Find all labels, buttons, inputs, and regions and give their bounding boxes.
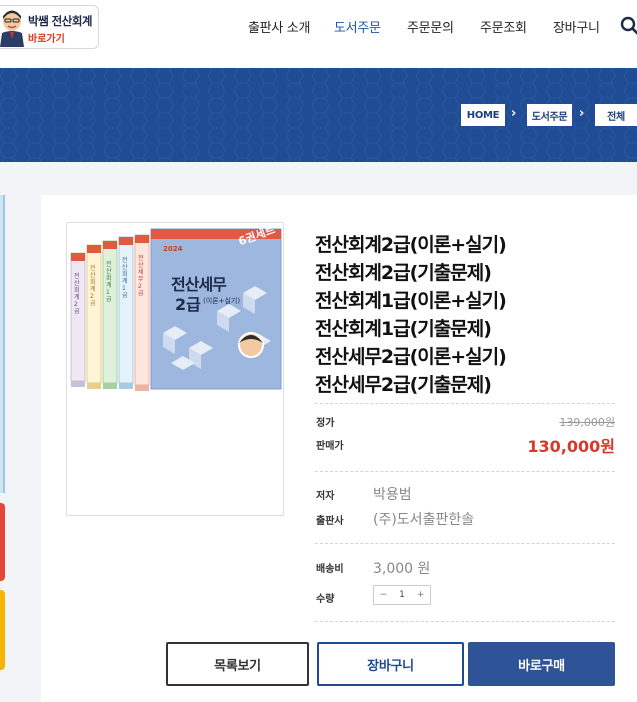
divider [315, 403, 615, 404]
cover-spine-3: 전산회계 1급 [106, 261, 112, 303]
product-title-line-6: 전산세무2급(기출문제) [315, 374, 492, 396]
author-value: 박용범 [373, 487, 412, 503]
add-to-cart-button[interactable]: 장바구니 [317, 642, 464, 686]
sale-price: 130,000원 [527, 437, 615, 456]
quantity-increase-button[interactable]: + [411, 590, 430, 600]
cover-spine-5: 전산세무 2급 [138, 255, 144, 297]
book-set-illustration [70, 228, 282, 391]
side-panel [0, 195, 5, 493]
cover-spine-2: 전산회계 2급 [90, 265, 96, 307]
product-cover-image: 6권세트 2024 전산세무 2급 (이론+실기) 전산회계 2급 전산회계 2… [66, 222, 284, 516]
quantity-stepper: − 1 + [373, 585, 431, 605]
page-banner: HOME › 도서주문 › 전체 [0, 68, 637, 162]
nav-item-order-inquiry[interactable]: 주문문의 [407, 17, 454, 36]
divider [315, 621, 615, 622]
cover-spine-4: 전산회계 1급 [122, 257, 128, 299]
side-tab-yellow[interactable] [0, 590, 5, 670]
search-icon[interactable] [620, 16, 637, 36]
author-label: 저자 [316, 491, 335, 502]
publisher-value: (주)도서출판한솔 [373, 512, 475, 528]
publisher-label: 출판사 [316, 516, 344, 527]
cover-spine-1: 전산회계 2급 [74, 273, 80, 315]
side-tab-red[interactable] [0, 503, 5, 581]
divider [315, 543, 615, 544]
product-title-line-3: 전산회계1급(이론+실기) [315, 290, 507, 312]
divider [315, 471, 615, 472]
breadcrumb-chevron-icon: › [579, 106, 585, 121]
cover-year: 2024 [163, 245, 183, 253]
product-title-line-2: 전산회계2급(기출문제) [315, 262, 492, 284]
main-nav: 출판사 소개 도서주문 주문문의 주문조회 장바구니 [0, 17, 637, 37]
shipping-label: 배송비 [316, 564, 344, 575]
buy-now-button[interactable]: 바로구매 [468, 642, 615, 686]
list-price-label: 정가 [316, 418, 335, 429]
breadcrumb-home[interactable]: HOME [461, 104, 505, 126]
nav-item-cart[interactable]: 장바구니 [553, 17, 600, 36]
product-title-line-4: 전산회계1급(기출문제) [315, 318, 492, 340]
breadcrumb-all[interactable]: 전체 [595, 104, 637, 126]
site-header: 박쌤 전산회계 바로가기 출판사 소개 도서주문 주문문의 주문조회 장바구니 [0, 0, 637, 68]
nav-item-book-order[interactable]: 도서주문 [334, 17, 381, 36]
sale-price-label: 판매가 [316, 441, 344, 452]
nav-item-publisher-intro[interactable]: 출판사 소개 [248, 17, 310, 36]
quantity-decrease-button[interactable]: − [374, 590, 393, 600]
shipping-value: 3,000 원 [373, 561, 431, 577]
nav-item-order-lookup[interactable]: 주문조회 [480, 17, 527, 36]
product-title-line-1: 전산회계2급(이론+실기) [315, 234, 507, 256]
breadcrumb-book-order[interactable]: 도서주문 [527, 104, 572, 126]
breadcrumb-chevron-icon: › [511, 106, 517, 121]
cover-subtitle: (이론+실기) [203, 297, 241, 305]
quantity-input[interactable]: 1 [393, 590, 412, 600]
quantity-label: 수량 [316, 594, 335, 605]
list-view-button[interactable]: 목록보기 [166, 642, 309, 686]
product-title-line-5: 전산세무2급(이론+실기) [315, 346, 507, 368]
list-price: 139,000원 [559, 416, 615, 429]
cover-grade: 2급 [175, 295, 201, 314]
